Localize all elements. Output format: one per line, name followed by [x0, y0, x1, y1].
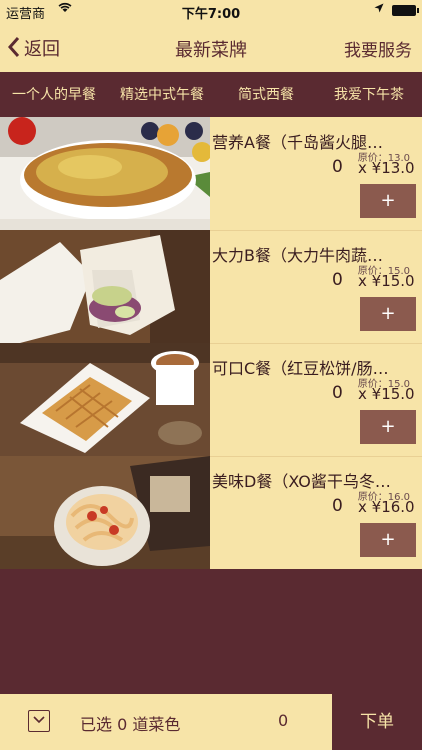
order-bar: 已选 0 道菜色 0 下单: [0, 694, 422, 750]
nav-bar: 返回 最新菜牌 我要服务: [0, 22, 422, 72]
back-button[interactable]: 返回: [7, 35, 60, 61]
dish-photo: [0, 230, 210, 343]
add-button[interactable]: +: [360, 297, 416, 331]
dish-photo: [0, 343, 210, 456]
total-amount: 0: [278, 711, 289, 730]
add-button[interactable]: +: [360, 523, 416, 557]
category-tabs: 一个人的早餐 精选中式午餐 简式西餐 我爱下午茶: [0, 72, 422, 116]
quantity: 0: [332, 383, 343, 403]
quantity: 0: [332, 157, 343, 177]
quantity: 0: [332, 496, 343, 516]
dish-photo: [0, 456, 210, 569]
tab-breakfast[interactable]: 一个人的早餐: [0, 84, 108, 104]
cart-summary: 已选 0 道菜色 0: [0, 694, 332, 750]
menu-item: 营养A餐（千岛酱火腿… 原价：13.0 0 x ¥13.0 +: [0, 117, 422, 230]
service-button[interactable]: 我要服务: [344, 36, 412, 61]
menu-list: 营养A餐（千岛酱火腿… 原价：13.0 0 x ¥13.0 + 大力B餐（大力牛…: [0, 117, 422, 569]
unit-price: x ¥15.0: [358, 385, 415, 403]
location-arrow-icon: [374, 3, 384, 16]
unit-price: x ¥13.0: [358, 159, 415, 177]
clock: 下午7:00: [181, 7, 241, 22]
battery-icon: [392, 5, 419, 16]
back-label: 返回: [24, 39, 60, 60]
selected-count: 已选 0 道菜色: [80, 715, 181, 734]
quantity: 0: [332, 270, 343, 290]
menu-item: 美味D餐（XO酱干乌冬… 原价：16.0 0 x ¥16.0 +: [0, 456, 422, 569]
place-order-button[interactable]: 下单: [332, 694, 422, 750]
status-bar: 运营商 下午7:00: [0, 0, 422, 22]
tab-western[interactable]: 简式西餐: [216, 84, 316, 104]
chevron-left-icon: [7, 37, 20, 59]
menu-item: 大力B餐（大力牛肉蔬… 原价：15.0 0 x ¥15.0 +: [0, 230, 422, 343]
menu-item: 可口C餐（红豆松饼/肠… 原价：15.0 0 x ¥15.0 +: [0, 343, 422, 456]
tab-afternoon-tea[interactable]: 我爱下午茶: [316, 84, 422, 104]
expand-cart-button[interactable]: [28, 710, 50, 732]
tab-chinese-lunch[interactable]: 精选中式午餐: [108, 84, 216, 104]
add-button[interactable]: +: [360, 184, 416, 218]
add-button[interactable]: +: [360, 410, 416, 444]
dish-photo: [0, 117, 210, 230]
unit-price: x ¥16.0: [358, 498, 415, 516]
unit-price: x ¥15.0: [358, 272, 415, 290]
